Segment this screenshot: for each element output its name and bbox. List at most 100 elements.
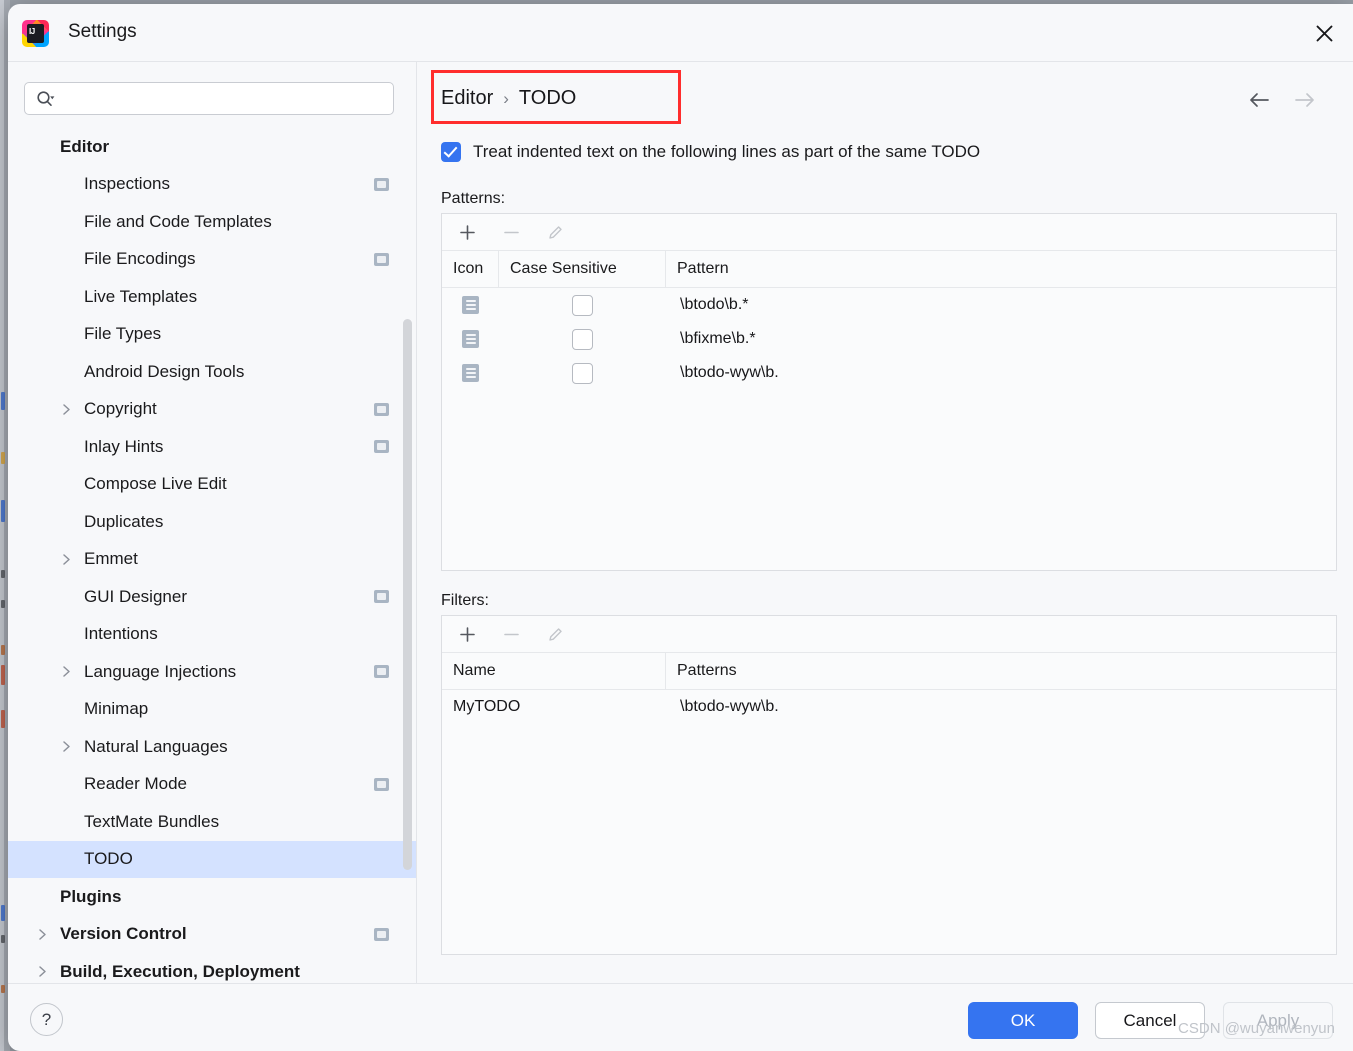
chevron-right-icon[interactable] (58, 739, 74, 755)
dialog-footer: ? OK Cancel Apply CSDN @wuyanwenyun (8, 983, 1353, 1051)
patterns-col-case-sensitive: Case Sensitive (499, 251, 666, 287)
filters-section-label: Filters: (441, 592, 489, 609)
add-icon[interactable] (456, 623, 478, 645)
add-icon[interactable] (456, 221, 478, 243)
sidebar-item-label: Version Control (60, 924, 187, 944)
sidebar-item-editor[interactable]: Editor (8, 128, 416, 166)
project-scope-badge-icon (374, 590, 389, 604)
sidebar-item-textmate-bundles[interactable]: TextMate Bundles (8, 803, 416, 841)
sidebar-item-file-encodings[interactable]: File Encodings (8, 241, 416, 279)
case-sensitive-cell[interactable] (499, 322, 666, 356)
sidebar-item-label: Live Templates (84, 286, 198, 306)
sidebar-item-label: File Types (84, 324, 162, 344)
sidebar-item-label: Minimap (84, 699, 149, 719)
settings-sidebar: Editor Inspections File and Code Templates… (8, 62, 417, 983)
pattern-list-icon (442, 322, 499, 356)
case-sensitive-cell[interactable] (499, 356, 666, 390)
remove-icon (500, 623, 522, 645)
chevron-right-icon[interactable] (34, 926, 50, 942)
search-input[interactable] (63, 83, 387, 116)
case-sensitive-cell[interactable] (499, 288, 666, 322)
project-scope-badge-icon (374, 927, 389, 941)
sidebar-item-minimap[interactable]: Minimap (8, 691, 416, 729)
sidebar-item-android-design-tools[interactable]: Android Design Tools (8, 353, 416, 391)
sidebar-item-inspections[interactable]: Inspections (8, 166, 416, 204)
sidebar-item-label: Emmet (84, 549, 138, 569)
sidebar-item-file-types[interactable]: File Types (8, 316, 416, 354)
sidebar-item-label: Plugins (60, 886, 122, 906)
edit-pencil-icon (544, 221, 566, 243)
sidebar-item-build-execution-deployment[interactable]: Build, Execution, Deployment (8, 953, 416, 983)
patterns-table-row[interactable]: \btodo\b.* (442, 288, 1336, 322)
filters-col-patterns: Patterns (677, 662, 737, 679)
sidebar-item-label: Editor (60, 136, 110, 156)
sidebar-item-label: Natural Languages (84, 736, 228, 756)
sidebar-item-label: File and Code Templates (84, 211, 272, 231)
project-scope-badge-icon (374, 177, 389, 191)
indent-option-checkbox[interactable] (441, 142, 461, 162)
ok-button[interactable]: OK (968, 1002, 1078, 1039)
sidebar-scrollbar-thumb[interactable] (403, 319, 412, 870)
sidebar-item-copyright[interactable]: Copyright (8, 391, 416, 429)
breadcrumb-root[interactable]: Editor (441, 87, 493, 110)
sidebar-item-compose-live-edit[interactable]: Compose Live Edit (8, 466, 416, 504)
arrow-right-icon (1293, 90, 1317, 110)
pattern-cell: \bfixme\b.* (680, 330, 756, 347)
chevron-right-icon[interactable] (58, 664, 74, 680)
sidebar-item-duplicates[interactable]: Duplicates (8, 503, 416, 541)
sidebar-item-inlay-hints[interactable]: Inlay Hints (8, 428, 416, 466)
filters-table-panel: Name Patterns MyTODO \btodo-wyw\b. (441, 615, 1337, 955)
case-sensitive-checkbox[interactable] (572, 362, 593, 384)
chevron-right-icon[interactable] (58, 401, 74, 417)
sidebar-item-label: Duplicates (84, 511, 164, 531)
cancel-button[interactable]: Cancel (1095, 1002, 1205, 1039)
arrow-left-icon[interactable] (1247, 90, 1271, 110)
filters-toolbar (442, 616, 1336, 653)
patterns-col-pattern: Pattern (677, 260, 729, 277)
dialog-titlebar: Settings (8, 4, 1353, 62)
patterns-toolbar (442, 214, 1336, 251)
sidebar-item-label: Inspections (84, 174, 170, 194)
sidebar-item-label: Intentions (84, 624, 158, 644)
sidebar-item-label: GUI Designer (84, 586, 187, 606)
sidebar-item-gui-designer[interactable]: GUI Designer (8, 578, 416, 616)
case-sensitive-checkbox[interactable] (572, 328, 593, 350)
settings-tree[interactable]: Editor Inspections File and Code Templates… (8, 128, 416, 983)
search-field[interactable] (24, 82, 394, 116)
pattern-cell: \btodo\b.* (680, 296, 749, 313)
filter-patterns-cell: \btodo-wyw\b. (680, 698, 779, 715)
patterns-section-label: Patterns: (441, 190, 506, 207)
filter-name-cell: MyTODO (453, 698, 521, 715)
sidebar-item-reader-mode[interactable]: Reader Mode (8, 766, 416, 804)
sidebar-item-version-control[interactable]: Version Control (8, 916, 416, 954)
indent-option-row[interactable]: Treat indented text on the following lin… (441, 142, 980, 162)
pattern-cell: \btodo-wyw\b. (680, 364, 779, 381)
sidebar-item-emmet[interactable]: Emmet (8, 541, 416, 579)
sidebar-item-todo[interactable]: TODO (8, 840, 416, 878)
sidebar-item-language-injections[interactable]: Language Injections (8, 653, 416, 691)
sidebar-item-natural-languages[interactable]: Natural Languages (8, 728, 416, 766)
chevron-right-icon[interactable] (34, 964, 50, 980)
sidebar-item-plugins[interactable]: Plugins (8, 878, 416, 916)
close-icon[interactable] (1309, 18, 1339, 48)
sidebar-item-intentions[interactable]: Intentions (8, 616, 416, 654)
patterns-table-body: \btodo\b.* \bfixme\b.* \btodo-wyw\b. (442, 288, 1336, 390)
filters-col-name: Name (442, 653, 666, 689)
filters-table-header: Name Patterns (442, 653, 1336, 690)
sidebar-item-file-and-code-templates[interactable]: File and Code Templates (8, 203, 416, 241)
patterns-table-row[interactable]: \btodo-wyw\b. (442, 356, 1336, 390)
indent-option-label: Treat indented text on the following lin… (473, 142, 981, 161)
patterns-table-row[interactable]: \bfixme\b.* (442, 322, 1336, 356)
settings-dialog: Settings EditorInspectionsFile a (8, 4, 1353, 1051)
sidebar-item-label: File Encodings (84, 249, 196, 269)
chevron-right-icon[interactable] (58, 551, 74, 567)
filters-table-row[interactable]: MyTODO \btodo-wyw\b. (442, 690, 1336, 724)
sidebar-item-label: Build, Execution, Deployment (60, 961, 300, 981)
help-button[interactable]: ? (30, 1003, 63, 1036)
case-sensitive-checkbox[interactable] (572, 294, 593, 316)
sidebar-item-label: Copyright (84, 399, 157, 419)
sidebar-item-label: Inlay Hints (84, 436, 164, 456)
sidebar-item-live-templates[interactable]: Live Templates (8, 278, 416, 316)
sidebar-item-label: Reader Mode (84, 774, 188, 794)
breadcrumb-separator-icon: › (503, 88, 509, 108)
